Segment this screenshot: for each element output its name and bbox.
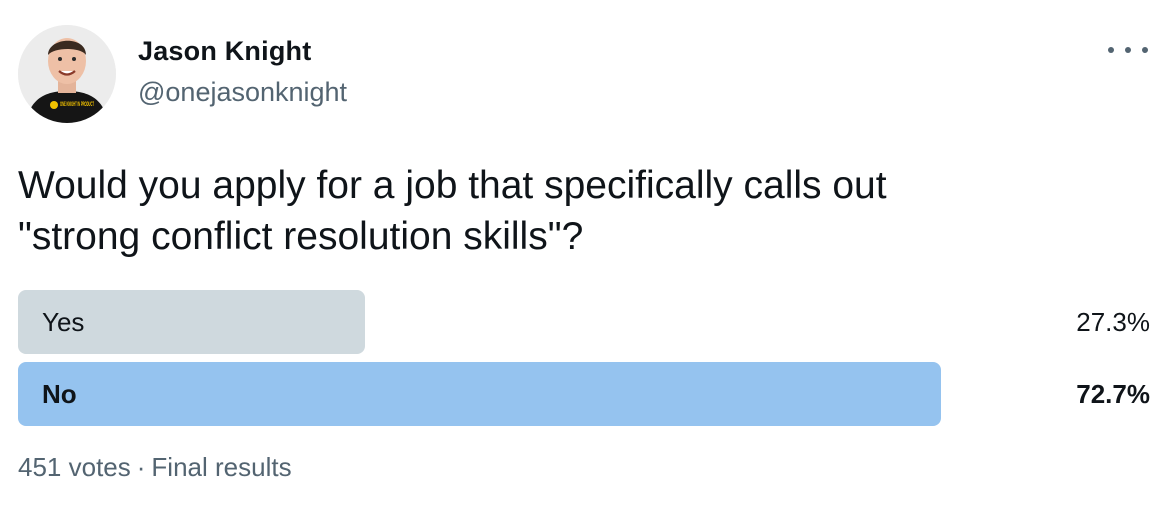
poll-option-label: No <box>42 379 77 409</box>
poll-option-no: No 72.7% <box>18 362 1152 426</box>
poll-bar-winner <box>18 362 941 426</box>
poll-option-percent: 27.3% <box>1076 307 1150 337</box>
tweet-text-line-1: Would you apply for a job that specifica… <box>18 164 887 207</box>
author-name[interactable]: Jason Knight <box>138 36 311 67</box>
tweet-text-line-2: "strong conflict resolution skills"? <box>18 215 584 258</box>
avatar[interactable]: ONE KNIGHT IN PRODUCT <box>18 25 116 123</box>
avatar-image: ONE KNIGHT IN PRODUCT <box>18 25 116 123</box>
author-handle[interactable]: @onejasonknight <box>138 77 347 108</box>
more-horizontal-icon <box>1108 47 1114 53</box>
poll-option-percent: 72.7% <box>1076 379 1150 409</box>
poll-meta-separator: · <box>136 452 146 482</box>
poll-status: Final results <box>151 452 292 482</box>
avatar-shirt-text: ONE KNIGHT IN PRODUCT <box>60 102 94 108</box>
poll-option-yes: Yes 27.3% <box>18 290 1152 354</box>
more-options-button[interactable] <box>1108 40 1148 60</box>
tweet-card: ONE KNIGHT IN PRODUCT Jason Knight @onej… <box>0 0 1174 510</box>
poll-vote-count: 451 votes <box>18 452 131 482</box>
poll-meta: 451 votes · Final results <box>18 452 292 483</box>
poll-option-label: Yes <box>42 307 85 337</box>
tweet-text: Would you apply for a job that specifica… <box>18 160 1138 262</box>
more-horizontal-icon-dot <box>1125 47 1131 53</box>
more-horizontal-icon-dot <box>1142 47 1148 53</box>
